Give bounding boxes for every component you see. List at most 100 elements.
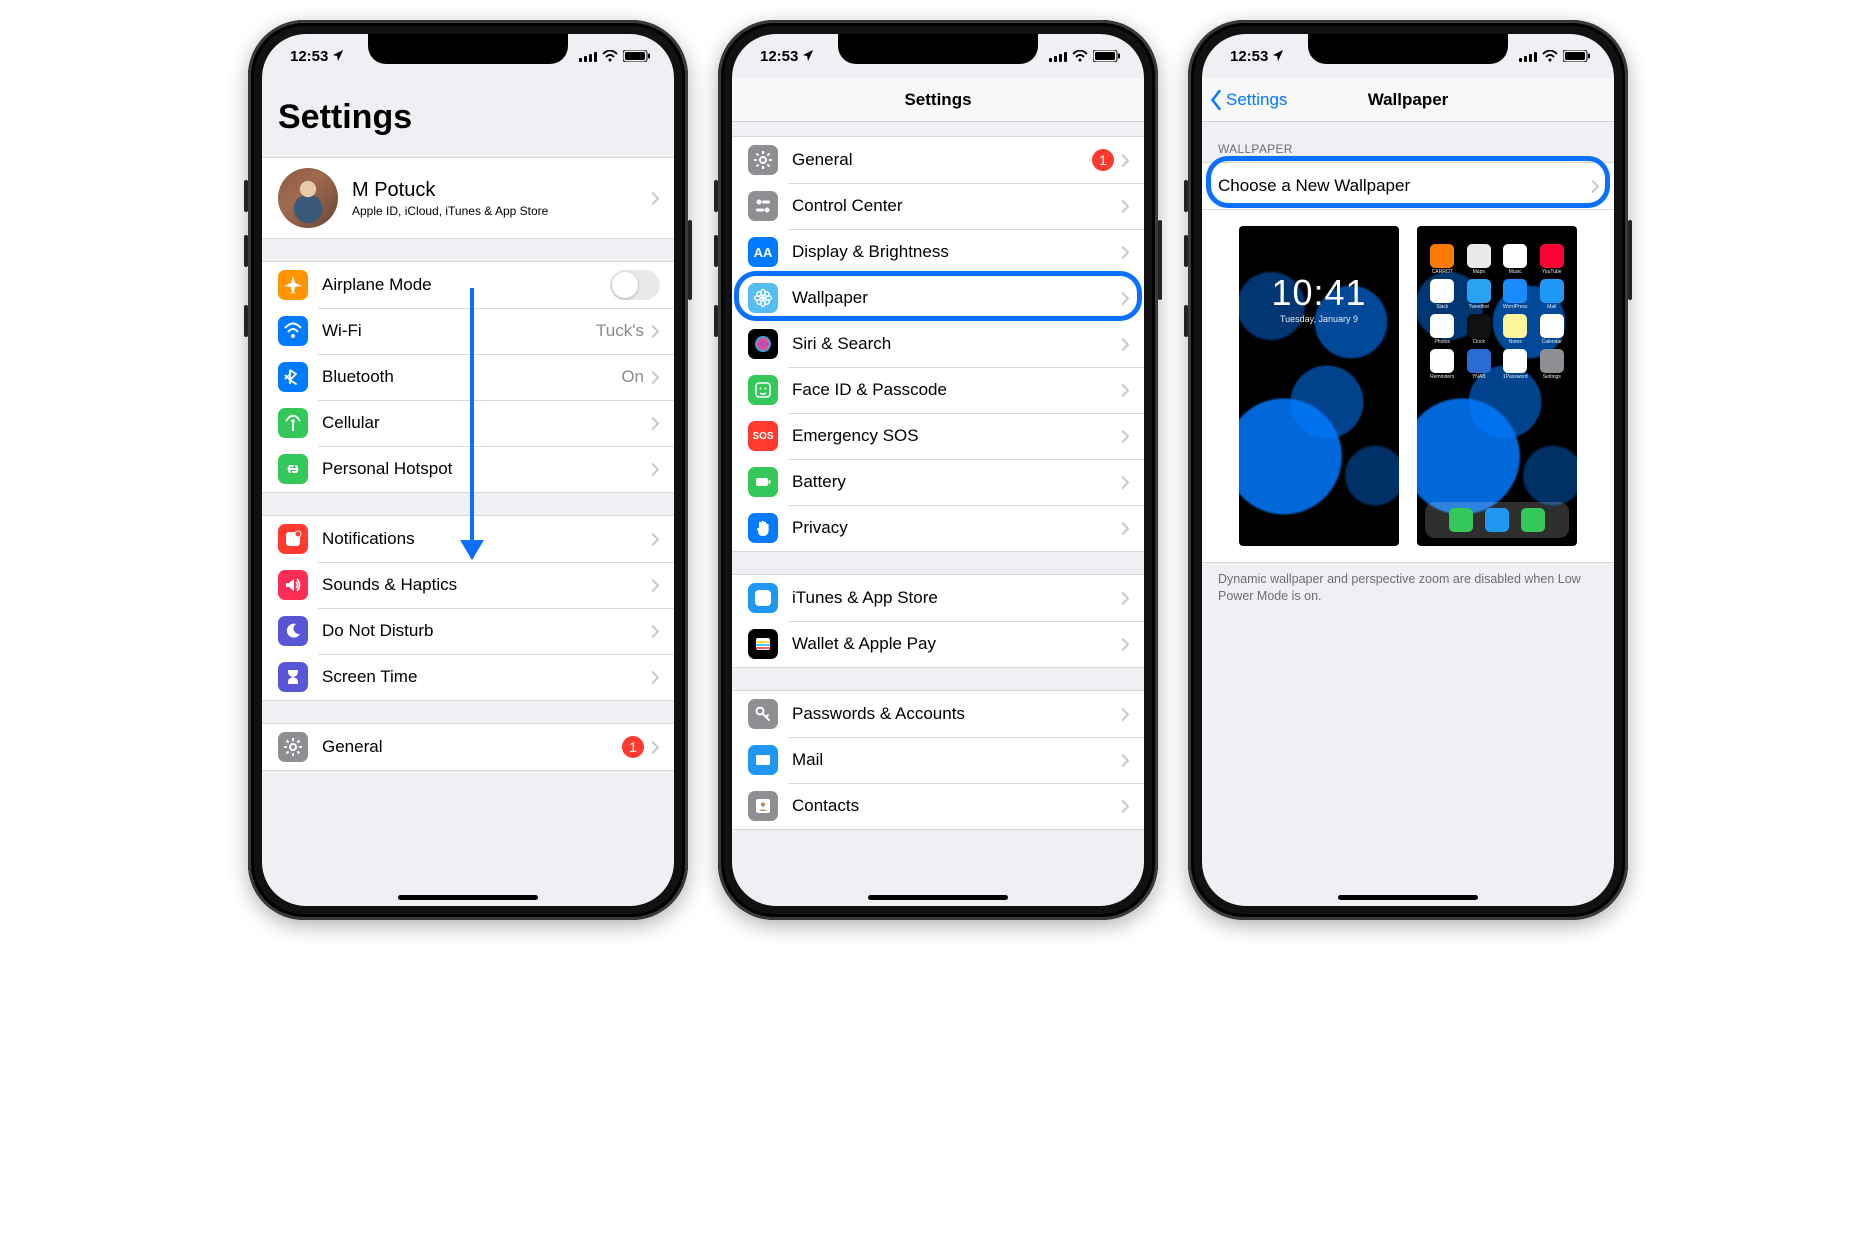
switches-icon [748,191,778,221]
row-wallet-apple-pay[interactable]: Wallet & Apple Pay [732,621,1144,667]
row-airplane-mode[interactable]: Airplane Mode [262,262,674,308]
siri-icon [748,329,778,359]
row-wi-fi[interactable]: Wi-FiTuck's [262,308,674,354]
status-time: 12:53 [290,48,328,65]
row-label: Face ID & Passcode [792,380,1122,400]
chevron-icon [1122,246,1130,259]
row-general[interactable]: General1 [732,137,1144,183]
chevron-left-icon [1210,90,1222,110]
lock-date: Tuesday, January 9 [1239,314,1399,324]
home-indicator[interactable] [868,895,1008,900]
page-title: Settings [262,78,674,145]
hourglass-icon [278,662,308,692]
row-label: Emergency SOS [792,426,1122,446]
battery-icon [1093,50,1120,62]
home-app-mail: Mail [1535,279,1570,310]
chevron-icon [1122,292,1130,305]
chevron-icon [1122,476,1130,489]
home-app-1password: 1Password [1498,349,1533,380]
chevron-icon [652,579,660,592]
row-general[interactable]: General1 [262,724,674,770]
row-label: Battery [792,472,1122,492]
battery-icon [748,467,778,497]
row-label: Wallpaper [792,288,1122,308]
chevron-icon [652,192,660,205]
choose-new-wallpaper-row[interactable]: Choose a New Wallpaper [1202,163,1614,209]
row-label: Siri & Search [792,334,1122,354]
back-button[interactable]: Settings [1210,78,1287,122]
home-indicator[interactable] [398,895,538,900]
row-label: Privacy [792,518,1122,538]
chevron-icon [1122,754,1130,767]
row-value: On [621,367,644,387]
home-app-settings: Settings [1535,349,1570,380]
sos-icon: SOS [748,421,778,451]
row-label: Display & Brightness [792,242,1122,262]
wallet-icon [748,629,778,659]
row-label: Control Center [792,196,1122,216]
row-control-center[interactable]: Control Center [732,183,1144,229]
toggle-airplane-mode[interactable] [610,270,660,300]
home-app-notes: Notes [1498,314,1533,345]
row-privacy[interactable]: Privacy [732,505,1144,551]
row-contacts[interactable]: Contacts [732,783,1144,829]
row-itunes-app-store[interactable]: iTunes & App Store [732,575,1144,621]
location-icon [1272,50,1284,62]
chevron-icon [652,325,660,338]
key-icon [748,699,778,729]
home-app-carrot: CARROT [1425,244,1460,275]
lock-time: 10:41 [1239,272,1399,314]
home-app-tweetbot: Tweetbot [1462,279,1497,310]
chevron-icon [1122,638,1130,651]
dock-app [1449,508,1473,532]
row-sounds-haptics[interactable]: Sounds & Haptics [262,562,674,608]
row-passwords-accounts[interactable]: Passwords & Accounts [732,691,1144,737]
appstore-icon [748,583,778,613]
aa-icon [748,237,778,267]
notch-2 [838,34,1038,64]
home-app-youtube: YouTube [1535,244,1570,275]
home-app-maps: Maps [1462,244,1497,275]
group-choose: Choose a New Wallpaper [1202,162,1614,210]
row-face-id-passcode[interactable]: Face ID & Passcode [732,367,1144,413]
row-bluetooth[interactable]: BluetoothOn [262,354,674,400]
location-icon [332,50,344,62]
chevron-icon [652,463,660,476]
row-label: Wi-Fi [322,321,596,341]
row-display-brightness[interactable]: Display & Brightness [732,229,1144,275]
notch-1 [368,34,568,64]
row-label: iTunes & App Store [792,588,1122,608]
nav-bar-3: Settings Wallpaper [1202,78,1614,122]
wifi-icon [278,316,308,346]
row-screen-time[interactable]: Screen Time [262,654,674,700]
apple-id-row[interactable]: M Potuck Apple ID, iCloud, iTunes & App … [262,158,674,238]
row-emergency-sos[interactable]: SOS Emergency SOS [732,413,1144,459]
row-personal-hotspot[interactable]: Personal Hotspot [262,446,674,492]
row-siri-search[interactable]: Siri & Search [732,321,1144,367]
chevron-icon [1122,338,1130,351]
row-cellular[interactable]: Cellular [262,400,674,446]
phone-frame-2: 12:53 Settings General1 Control Center Dis… [718,20,1158,920]
chevron-icon [1122,200,1130,213]
screen-2: 12:53 Settings General1 Control Center Dis… [732,34,1144,906]
chevron-icon [1122,592,1130,605]
status-time: 12:53 [760,48,798,65]
chevron-icon [1122,708,1130,721]
row-do-not-disturb[interactable]: Do Not Disturb [262,608,674,654]
row-battery[interactable]: Battery [732,459,1144,505]
home-indicator[interactable] [1338,895,1478,900]
row-mail[interactable]: Mail [732,737,1144,783]
wallpaper-footer-note: Dynamic wallpaper and perspective zoom a… [1202,563,1614,613]
home-screen-preview[interactable]: CARROTMapsMusicYouTubeSlackTweetbotWordP… [1417,226,1577,546]
battery-icon [623,50,650,62]
row-wallpaper[interactable]: Wallpaper [732,275,1144,321]
phone-frame-3: 12:53 Settings Wallpaper WALLPAPER Choo [1188,20,1628,920]
signal-icon [579,51,597,62]
gear-icon [748,145,778,175]
row-label: Personal Hotspot [322,459,652,479]
home-app-calendar: Calendar [1535,314,1570,345]
nav-bar-2: Settings [732,78,1144,122]
chevron-icon [1122,430,1130,443]
lock-screen-preview[interactable]: 10:41 Tuesday, January 9 [1239,226,1399,546]
home-app-ynab: YNAB [1462,349,1497,380]
